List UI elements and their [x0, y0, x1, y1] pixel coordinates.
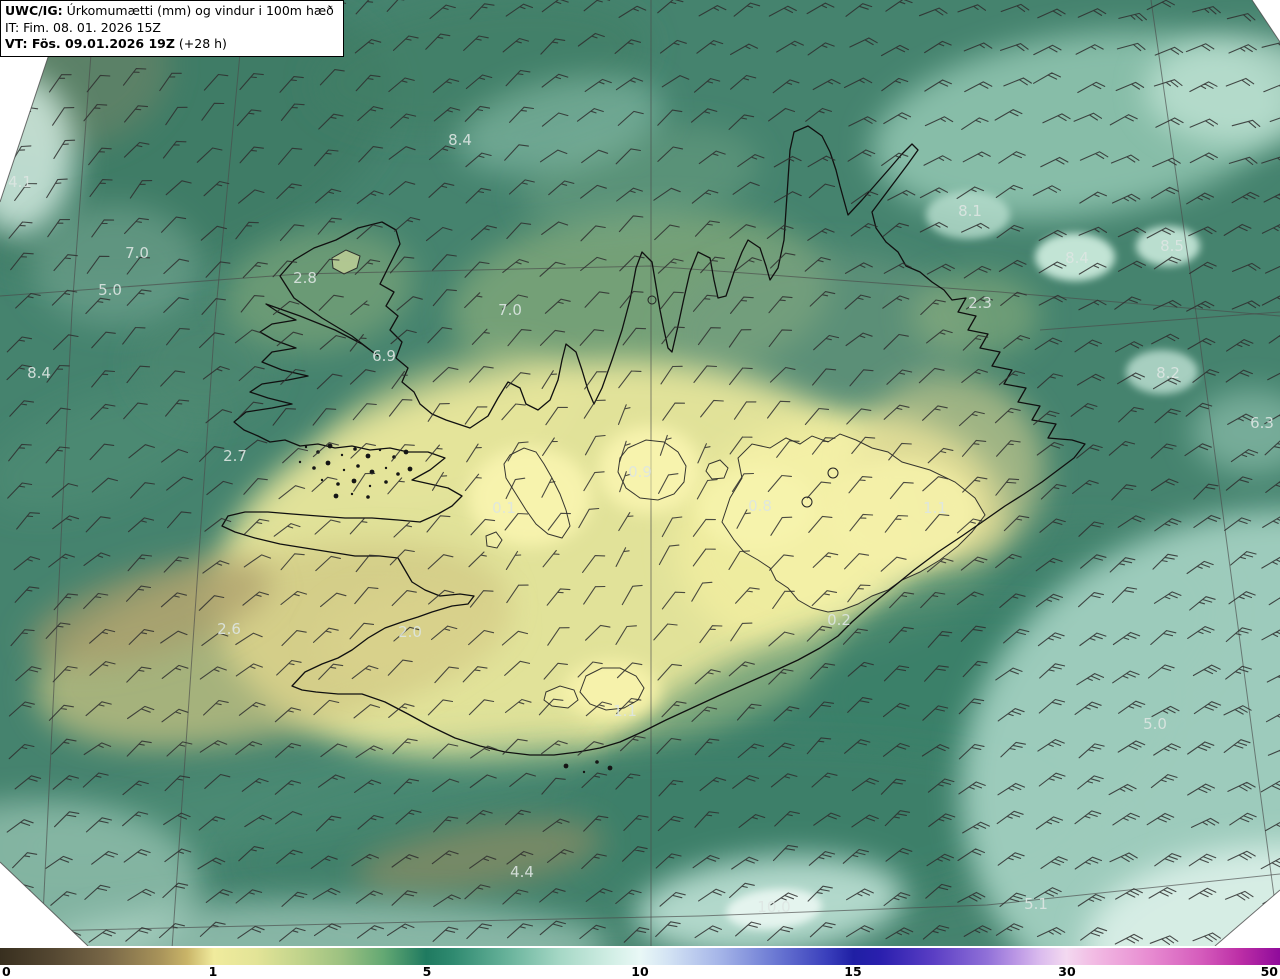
colorbar-tick-labels: 0 1 5 10 15 30 50 — [0, 964, 1280, 979]
precip-value-label: 2.3 — [968, 294, 992, 312]
precip-value-label: 8.4 — [448, 131, 472, 149]
precip-value-label: 8.2 — [1156, 364, 1180, 382]
colorbar-tick: 15 — [844, 964, 862, 979]
precip-value-label: 2.8 — [293, 269, 317, 287]
precip-value-label: 8.4 — [1065, 249, 1089, 267]
precip-colorbar — [0, 948, 1280, 965]
precip-value-label: 0.1 — [492, 499, 516, 517]
precip-value-label: 7.0 — [498, 301, 522, 319]
colorbar-tick: 50 — [1260, 964, 1278, 979]
valid-line: VT: Fös. 09.01.2026 19Z (+28 h) — [5, 36, 334, 53]
precip-value-label: 8.1 — [958, 202, 982, 220]
precip-value-label: 5.1 — [1024, 895, 1048, 913]
product-line: UWC/IG: Úrkomumætti (mm) og vindur i 100… — [5, 3, 334, 20]
colorbar-tick: 10 — [631, 964, 649, 979]
precip-value-label: 2.6 — [217, 620, 241, 638]
precip-value-label: 7.0 — [125, 244, 149, 262]
precip-value-label: 8.5 — [1160, 237, 1184, 255]
precip-value-label: 4.1 — [8, 173, 32, 191]
precip-value-label: 4.4 — [510, 863, 534, 881]
precip-value-label: 2.7 — [223, 447, 247, 465]
product-label: UWC/IG: — [5, 3, 63, 18]
precip-value-label: 0.9 — [628, 463, 652, 481]
init-time: IT: Fim. 08. 01. 2026 15Z — [5, 19, 161, 35]
map-canvas: 4.1 8.4 7.0 5.0 2.8 7.0 6.9 8.4 2.7 8.1 8.5 8.4 2.3 8… — [0, 0, 1280, 946]
precip-value-label: 10.0 — [757, 898, 790, 916]
precip-value-label: 1.1 — [613, 702, 637, 720]
precip-value-label: 1.1 — [923, 499, 947, 517]
valid-offset: (+28 h) — [174, 36, 227, 51]
colorbar-tick: 0 — [2, 964, 11, 979]
product-description: Úrkomumætti (mm) og vindur i 100m hæð — [62, 3, 334, 18]
precip-value-label: 0.2 — [827, 611, 851, 629]
precip-value-label: 8.4 — [27, 364, 51, 382]
precip-value-label: 2.0 — [398, 623, 422, 641]
precip-value-label: 5.0 — [98, 281, 122, 299]
colorbar-tick: 5 — [422, 964, 432, 979]
precip-value-label: 6.3 — [1250, 414, 1274, 432]
precip-value-label: 6.9 — [372, 347, 396, 365]
precip-value-label: 5.0 — [1143, 715, 1167, 733]
precip-value-label: 0.8 — [748, 497, 772, 515]
map-title-box: UWC/IG: Úrkomumætti (mm) og vindur i 100… — [0, 0, 344, 57]
colorbar-tick: 1 — [208, 964, 218, 979]
valid-time: VT: Fös. 09.01.2026 19Z — [5, 36, 175, 51]
colorbar-tick: 30 — [1058, 964, 1076, 979]
